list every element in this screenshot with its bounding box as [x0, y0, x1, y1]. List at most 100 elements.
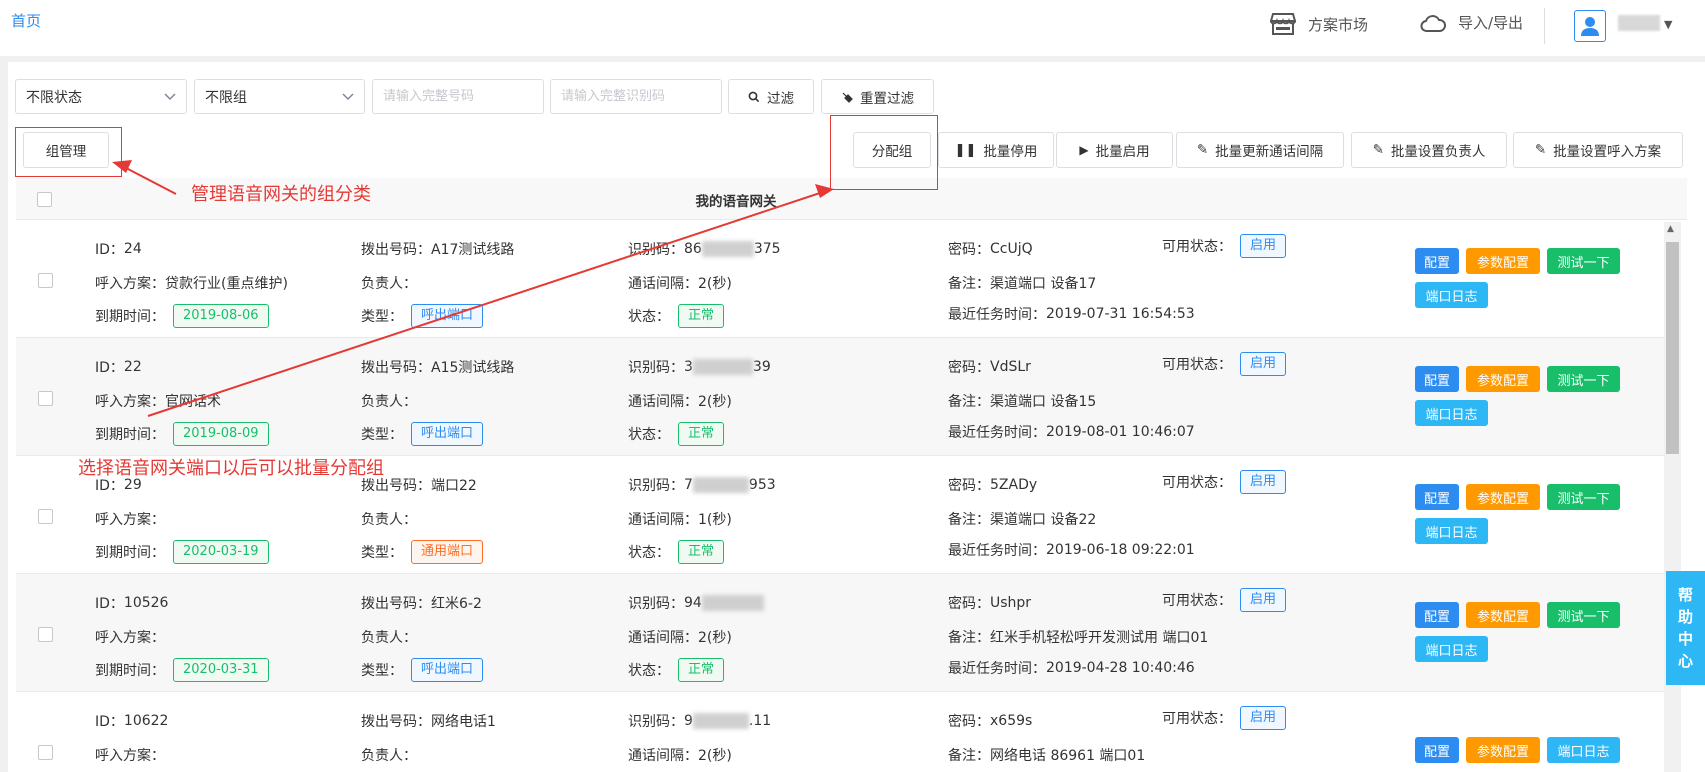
- chevron-down-icon: [164, 92, 176, 100]
- type-label: 类型：: [361, 545, 403, 561]
- last-task-value: 2019-07-31 16:54:53: [1046, 306, 1195, 322]
- market-link[interactable]: 方案市场: [1270, 12, 1368, 36]
- config-button[interactable]: 配置: [1415, 602, 1459, 628]
- test-button[interactable]: 测试一下: [1547, 366, 1620, 392]
- avail-label: 可用状态：: [1162, 357, 1232, 373]
- test-button[interactable]: 测试一下: [1547, 602, 1620, 628]
- param-config-button[interactable]: 参数配置: [1466, 484, 1540, 510]
- test-button[interactable]: 测试一下: [1547, 484, 1620, 510]
- status-select[interactable]: 不限状态: [15, 79, 187, 114]
- remark-label: 备注：: [948, 512, 990, 528]
- help-center-button[interactable]: 帮 助 中 心: [1666, 571, 1705, 685]
- dial-label: 拨出号码：: [361, 596, 431, 612]
- assign-group-button[interactable]: 分配组: [853, 132, 931, 168]
- interval-value: 2(秒): [698, 630, 732, 646]
- interval-value: 2(秒): [698, 748, 732, 764]
- chevron-down-icon: [342, 92, 354, 100]
- row-checkbox[interactable]: [38, 273, 53, 288]
- row-checkbox[interactable]: [38, 509, 53, 524]
- row-checkbox[interactable]: [38, 745, 53, 760]
- dial-value: A17测试线路: [431, 242, 515, 258]
- config-button[interactable]: 配置: [1415, 366, 1459, 392]
- avail-badge: 启用: [1240, 588, 1287, 612]
- expire-label: 到期时间：: [95, 545, 165, 561]
- param-config-button[interactable]: 参数配置: [1466, 248, 1540, 274]
- remark-value: 渠道端口 设备17: [990, 276, 1097, 292]
- help-char: 帮: [1677, 586, 1693, 604]
- id-label: ID：: [95, 714, 124, 730]
- code-redacted: [701, 241, 754, 257]
- type-label: 类型：: [361, 309, 403, 325]
- port-log-button[interactable]: 端口日志: [1415, 400, 1488, 426]
- group-manage-button[interactable]: 组管理: [23, 132, 109, 168]
- port-log-button[interactable]: 端口日志: [1415, 518, 1488, 544]
- port-log-button[interactable]: 端口日志: [1547, 737, 1620, 763]
- table-row: ID： 22 呼入方案： 官网话术 到期时间： 2019-08-09 拨出号码： A15…: [16, 338, 1664, 456]
- batch-stop-button[interactable]: ❚❚ 批量停用: [938, 132, 1054, 168]
- batch-interval-button[interactable]: ✎ 批量更新通话间隔: [1176, 132, 1344, 168]
- type-label: 类型：: [361, 427, 403, 443]
- row-checkbox[interactable]: [38, 391, 53, 406]
- last-task-value: 2019-04-28 10:40:46: [1046, 660, 1195, 676]
- config-button[interactable]: 配置: [1415, 737, 1459, 763]
- owner-label: 负责人：: [361, 512, 417, 528]
- avatar[interactable]: [1574, 10, 1606, 42]
- last-task-value: 2019-08-01 10:46:07: [1046, 424, 1195, 440]
- dial-value: A15测试线路: [431, 360, 515, 376]
- state-badge: 正常: [678, 658, 725, 682]
- table-row: ID： 10622 呼入方案： 拨出号码： 网络电话1 负责人： 识别码： 9.11 …: [16, 692, 1664, 772]
- home-link[interactable]: 首页: [11, 10, 41, 31]
- type-badge: 呼出端口: [411, 422, 484, 446]
- group-select[interactable]: 不限组: [194, 79, 365, 114]
- interval-label: 通话间隔：: [628, 394, 698, 410]
- pencil-icon: ✎: [1372, 142, 1384, 158]
- code-suffix: 953: [748, 477, 776, 493]
- batch-plan-button[interactable]: ✎ 批量设置呼入方案: [1513, 132, 1683, 168]
- import-export-link[interactable]: 导入/导出: [1420, 12, 1523, 33]
- plan-label: 呼入方案：: [95, 276, 165, 292]
- test-button[interactable]: 测试一下: [1547, 248, 1620, 274]
- user-icon: [1581, 17, 1599, 36]
- assign-group-label: 分配组: [871, 144, 913, 160]
- param-config-button[interactable]: 参数配置: [1466, 602, 1540, 628]
- batch-start-button[interactable]: ▶ 批量启用: [1056, 132, 1173, 168]
- type-badge: 通用端口: [411, 540, 484, 564]
- play-icon: ▶: [1079, 143, 1089, 157]
- code-prefix: 94: [684, 595, 702, 611]
- batch-plan-label: 批量设置呼入方案: [1553, 144, 1662, 160]
- code-redacted: [692, 477, 749, 493]
- help-char: 中: [1677, 630, 1693, 648]
- code-suffix: .11: [748, 713, 772, 729]
- dial-value: 端口22: [431, 478, 477, 494]
- pencil-icon: ✎: [1196, 142, 1209, 158]
- dial-label: 拨出号码：: [361, 242, 431, 258]
- expire-label: 到期时间：: [95, 427, 165, 443]
- scroll-up-icon[interactable]: ▲: [1667, 224, 1674, 234]
- pwd-label: 密码：: [948, 714, 990, 730]
- reset-filter-button[interactable]: 重置过滤: [821, 79, 934, 114]
- avail-badge: 启用: [1240, 352, 1287, 376]
- owner-label: 负责人：: [361, 276, 417, 292]
- scrollbar-thumb[interactable]: [1666, 242, 1679, 454]
- avail-label: 可用状态：: [1162, 475, 1232, 491]
- group-manage-label: 组管理: [45, 144, 87, 160]
- port-log-button[interactable]: 端口日志: [1415, 636, 1488, 662]
- param-config-button[interactable]: 参数配置: [1466, 737, 1540, 763]
- filter-button[interactable]: 过滤: [728, 79, 814, 114]
- code-input[interactable]: [550, 79, 722, 114]
- port-log-button[interactable]: 端口日志: [1415, 282, 1488, 308]
- id-label: ID：: [95, 242, 124, 258]
- row-checkbox[interactable]: [38, 627, 53, 642]
- caret-down-icon[interactable]: ▼: [1664, 18, 1672, 31]
- config-button[interactable]: 配置: [1415, 248, 1459, 274]
- batch-owner-button[interactable]: ✎ 批量设置负责人: [1351, 132, 1507, 168]
- owner-label: 负责人：: [361, 748, 417, 764]
- expire-badge: 2019-08-06: [173, 304, 269, 328]
- reset-filter-label: 重置过滤: [860, 90, 914, 107]
- number-input[interactable]: [372, 79, 544, 114]
- config-button[interactable]: 配置: [1415, 484, 1459, 510]
- broom-icon: [842, 92, 853, 103]
- username-redacted[interactable]: [1618, 15, 1660, 31]
- interval-label: 通话间隔：: [628, 512, 698, 528]
- param-config-button[interactable]: 参数配置: [1466, 366, 1540, 392]
